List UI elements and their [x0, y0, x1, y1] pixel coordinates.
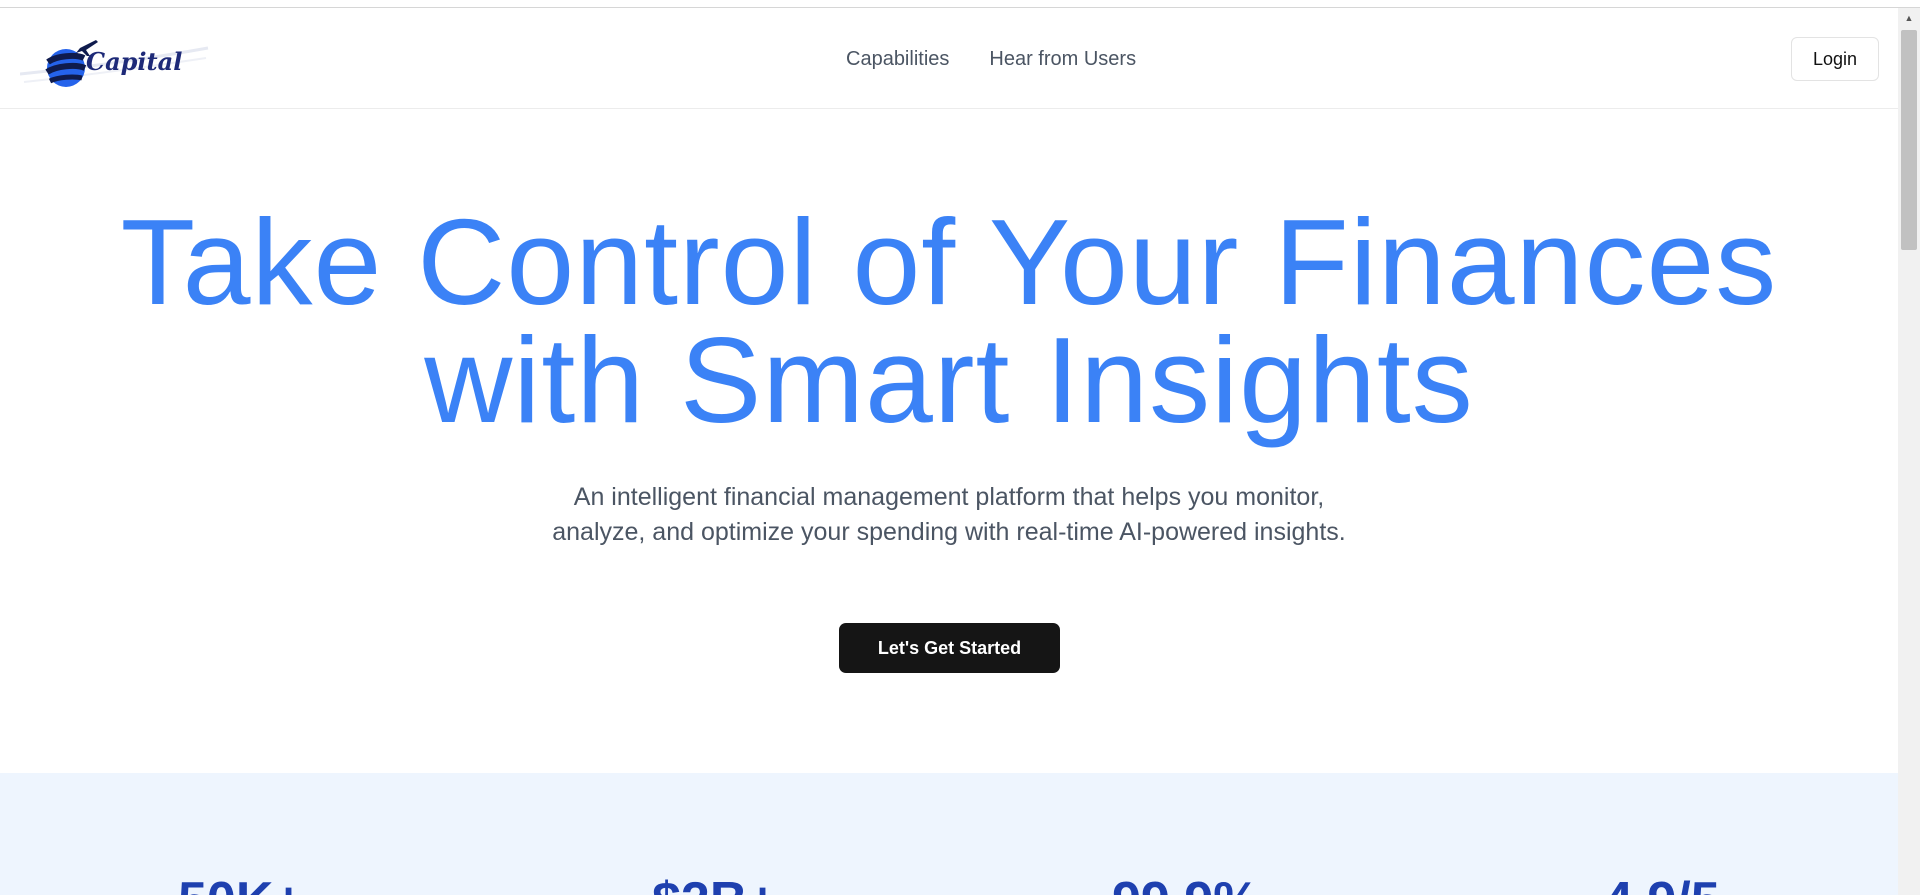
hero-title-line-2: with Smart Insights — [424, 312, 1474, 448]
landing-page: Capital Capabilities Hear from Users Log… — [0, 8, 1898, 895]
login-button[interactable]: Login — [1791, 37, 1879, 81]
browser-viewport: Capital Capabilities Hear from Users Log… — [0, 0, 1920, 895]
stat-users: 50K+ — [178, 873, 304, 895]
brand-name: Capital — [86, 47, 183, 76]
brand-logo[interactable]: Capital — [20, 32, 210, 92]
stat-rating: 4.9/5 — [1604, 873, 1720, 895]
nav-link-hear-from-users[interactable]: Hear from Users — [989, 46, 1136, 72]
stat-volume: $2B+ — [652, 873, 778, 895]
hero-subtitle: An intelligent financial management plat… — [552, 483, 1346, 546]
scroll-up-arrow-icon[interactable]: ▲ — [1898, 11, 1920, 25]
hero-title-line-1: Take Control of Your Finances — [120, 194, 1778, 330]
hero-title: Take Control of Your Finances with Smart… — [0, 201, 1898, 441]
scrollbar-thumb[interactable] — [1901, 30, 1917, 250]
stat-uptime: 99.9% — [1112, 873, 1259, 895]
page-scrollbar[interactable]: ▲ — [1898, 8, 1920, 895]
nav-link-capabilities[interactable]: Capabilities — [846, 46, 949, 72]
get-started-button[interactable]: Let's Get Started — [839, 623, 1060, 673]
top-navbar: Capital Capabilities Hear from Users Log… — [0, 8, 1898, 109]
stats-band: 50K+ $2B+ 99.9% 4.9/5 — [0, 773, 1898, 895]
main-nav: Capabilities Hear from Users — [846, 46, 1136, 72]
window-top-edge — [0, 0, 1920, 8]
